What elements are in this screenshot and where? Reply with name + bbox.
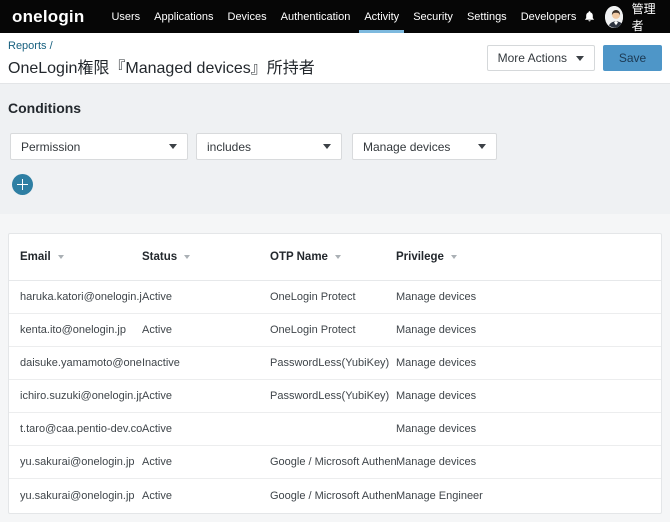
cell-otp-name: OneLogin Protect [270,324,396,336]
cell-status: Active [142,456,270,468]
cell-email: haruka.katori@onelogin.jp [20,291,142,303]
cell-privilege: Manage devices [396,456,661,468]
column-header-label: Privilege [396,251,444,263]
chevron-down-icon [478,144,486,149]
table-row[interactable]: haruka.katori@onelogin.jp Active OneLogi… [9,281,661,314]
conditions-section: Conditions Permission includes Manage de… [0,84,670,214]
top-nav: onelogin Users Applications Devices Auth… [0,0,670,33]
condition-filter-row: Permission includes Manage devices [10,133,497,160]
cell-status: Active [142,291,270,303]
cell-privilege: Manage devices [396,291,661,303]
sort-chevron-icon [335,255,341,259]
column-header-label: Email [20,251,51,263]
more-actions-label: More Actions [498,51,567,65]
cell-privilege: Manage Engineer [396,490,661,502]
condition-operator-value: includes [207,140,251,154]
table-row[interactable]: ichiro.suzuki@onelogin.jp Active Passwor… [9,380,661,413]
save-button[interactable]: Save [603,45,662,71]
cell-privilege: Manage devices [396,423,661,435]
cell-email: ichiro.suzuki@onelogin.jp [20,390,142,402]
chevron-down-icon [576,56,584,61]
cell-otp-name: PasswordLess(YubiKey) [270,357,396,369]
nav-item-users[interactable]: Users [104,0,147,33]
nav-item-settings[interactable]: Settings [460,0,514,33]
table-row[interactable]: kenta.ito@onelogin.jp Active OneLogin Pr… [9,314,661,347]
cell-otp-name: OneLogin Protect [270,291,396,303]
cell-privilege: Manage devices [396,324,661,336]
sort-chevron-icon [58,255,64,259]
onelogin-logo[interactable]: onelogin [12,8,84,25]
table-header-row: Email Status OTP Name Privilege [9,234,661,281]
nav-item-activity[interactable]: Activity [357,0,406,33]
cell-email: yu.sakurai@onelogin.jp [20,490,142,502]
column-header-label: Status [142,251,177,263]
nav-right: 管理者 [583,0,660,33]
cell-status: Active [142,490,270,502]
user-avatar[interactable] [605,6,622,28]
conditions-heading: Conditions [8,100,81,116]
column-header-privilege[interactable]: Privilege [396,251,661,263]
sort-chevron-icon [184,255,190,259]
cell-email: daisuke.yamamoto@onelogin.jp [20,357,142,369]
cell-email: yu.sakurai@onelogin.jp [20,456,142,468]
add-icon [12,174,33,195]
column-header-status[interactable]: Status [142,251,270,263]
cell-status: Active [142,324,270,336]
nav-item-developers[interactable]: Developers [514,0,584,33]
sort-chevron-icon [451,255,457,259]
nav-menu: Users Applications Devices Authenticatio… [104,0,583,33]
condition-value-value: Manage devices [363,140,450,154]
page: onelogin Users Applications Devices Auth… [0,0,670,522]
notification-bell-icon[interactable] [583,10,596,23]
cell-email: kenta.ito@onelogin.jp [20,324,142,336]
nav-item-authentication[interactable]: Authentication [274,0,358,33]
cell-otp-name: Google / Microsoft Authenticator [270,490,396,502]
table-row[interactable]: daisuke.yamamoto@onelogin.jp Inactive Pa… [9,347,661,380]
cell-privilege: Manage devices [396,357,661,369]
chevron-down-icon [169,144,177,149]
cell-status: Inactive [142,357,270,369]
nav-item-devices[interactable]: Devices [221,0,274,33]
results-table: Email Status OTP Name Privilege haruka.k… [8,233,662,514]
column-header-otp-name[interactable]: OTP Name [270,251,396,263]
cell-otp-name: PasswordLess(YubiKey) [270,390,396,402]
header-actions: More Actions Save [487,45,662,71]
add-condition-button[interactable] [12,174,33,195]
column-header-label: OTP Name [270,251,328,263]
condition-field-value: Permission [21,140,80,154]
nav-item-applications[interactable]: Applications [147,0,220,33]
page-title: OneLogin権限『Managed devices』所持者 [8,54,315,78]
page-header: Reports / OneLogin権限『Managed devices』所持者… [0,33,670,84]
cell-privilege: Manage devices [396,390,661,402]
nav-item-security[interactable]: Security [406,0,460,33]
table-row[interactable]: t.taro@caa.pentio-dev.com Active Manage … [9,413,661,446]
cell-status: Active [142,390,270,402]
chevron-down-icon [323,144,331,149]
cell-otp-name: Google / Microsoft Authenticator [270,456,396,468]
cell-status: Active [142,423,270,435]
user-name[interactable]: 管理者 [632,0,660,34]
condition-operator-dropdown[interactable]: includes [196,133,342,160]
condition-value-dropdown[interactable]: Manage devices [352,133,497,160]
condition-field-dropdown[interactable]: Permission [10,133,188,160]
breadcrumb[interactable]: Reports / [8,40,53,52]
more-actions-button[interactable]: More Actions [487,45,595,71]
cell-email: t.taro@caa.pentio-dev.com [20,423,142,435]
table-row[interactable]: yu.sakurai@onelogin.jp Active Google / M… [9,479,661,512]
column-header-email[interactable]: Email [20,251,142,263]
table-row[interactable]: yu.sakurai@onelogin.jp Active Google / M… [9,446,661,479]
